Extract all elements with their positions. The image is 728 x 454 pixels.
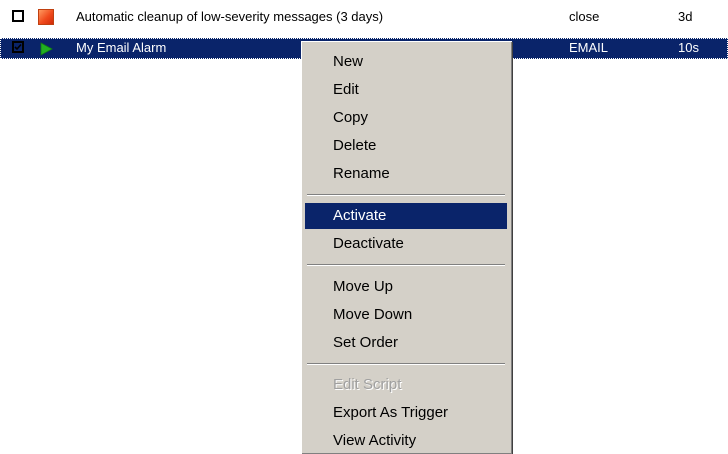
menu-separator — [307, 363, 505, 365]
alarm-name: Automatic cleanup of low-severity messag… — [76, 9, 384, 24]
menu-item-copy[interactable]: Copy — [305, 105, 507, 131]
menu-item-deactivate[interactable]: Deactivate — [305, 231, 507, 257]
list-item[interactable]: Automatic cleanup of low-severity messag… — [0, 6, 728, 28]
alarm-name: My Email Alarm — [76, 40, 167, 55]
green-play-icon — [40, 42, 53, 56]
menu-item-edit-script: Edit Script — [333, 376, 402, 393]
menu-item-delete[interactable]: Delete — [305, 133, 507, 159]
menu-item-view-activity[interactable]: View Activity — [305, 428, 507, 454]
menu-item-new[interactable]: New — [305, 49, 507, 75]
alarm-interval: 10s — [678, 40, 699, 55]
menu-separator — [307, 194, 505, 196]
menu-separator — [307, 264, 505, 266]
enabled-checkbox[interactable] — [12, 10, 24, 22]
alarm-action: close — [569, 9, 600, 24]
menu-item-move-down[interactable]: Move Down — [305, 302, 507, 328]
alarm-interval: 3d — [678, 9, 693, 24]
menu-item-edit[interactable]: Edit — [305, 77, 507, 103]
menu-item-activate[interactable]: Activate — [305, 203, 507, 229]
menu-item-move-up[interactable]: Move Up — [305, 274, 507, 300]
alarm-action: EMAIL — [569, 40, 609, 55]
red-square-icon — [38, 9, 54, 25]
checkmark-icon — [14, 43, 22, 51]
menu-item-export-as-trigger[interactable]: Export As Trigger — [305, 400, 507, 426]
context-menu: New Edit Copy Delete Rename Activate Dea… — [301, 41, 512, 454]
menu-item-rename[interactable]: Rename — [305, 161, 507, 187]
enabled-checkbox[interactable] — [12, 41, 24, 53]
menu-item-set-order[interactable]: Set Order — [305, 330, 507, 356]
